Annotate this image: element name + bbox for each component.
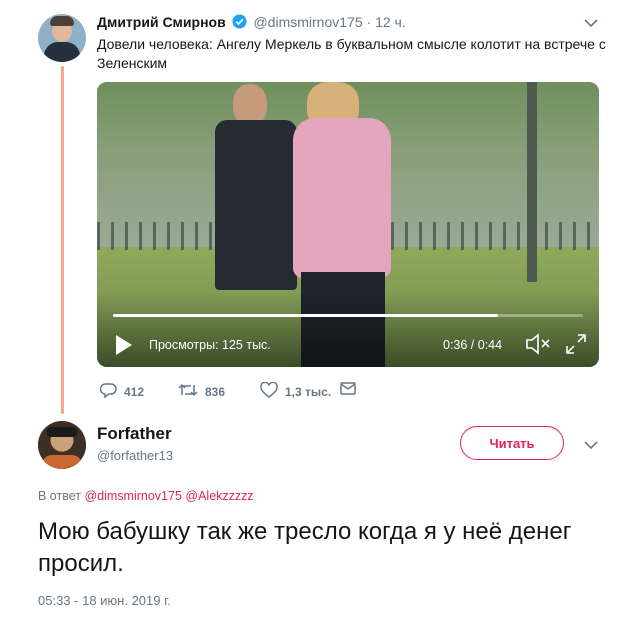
chevron-down-icon[interactable] bbox=[583, 438, 599, 456]
like-action[interactable]: 1,3 тыс. bbox=[260, 381, 332, 401]
avatar[interactable] bbox=[38, 14, 86, 62]
mention-link[interactable]: @Alekzzzzz bbox=[185, 489, 253, 503]
author-handle[interactable]: @forfather13 bbox=[97, 448, 173, 463]
tweet-timestamp[interactable]: 05:33 - 18 июн. 2019 г. bbox=[38, 593, 171, 608]
author-name[interactable]: Дмитрий Смирнов bbox=[97, 14, 226, 30]
play-icon[interactable] bbox=[115, 334, 133, 361]
mention-link[interactable]: @dimsmirnov175 bbox=[84, 489, 181, 503]
author-name[interactable]: Forfather bbox=[97, 424, 172, 444]
reply-prefix: В ответ bbox=[38, 489, 81, 503]
like-icon bbox=[260, 381, 278, 401]
tweet-text: Довели человека: Ангелу Меркель в буквал… bbox=[97, 36, 606, 71]
retweet-count: 836 bbox=[205, 384, 226, 399]
thread-connector-line bbox=[61, 66, 64, 414]
video-figure-jacket bbox=[293, 118, 391, 278]
volume-mute-icon[interactable] bbox=[525, 333, 551, 360]
fullscreen-icon[interactable] bbox=[565, 333, 587, 360]
avatar-shoulders bbox=[42, 455, 82, 469]
chevron-down-icon[interactable] bbox=[583, 16, 599, 34]
retweet-action[interactable]: 836 bbox=[178, 382, 225, 401]
video-views: Просмотры: 125 тыс. bbox=[149, 338, 271, 352]
video-player[interactable]: Просмотры: 125 тыс. 0:36 / 0:44 bbox=[97, 82, 599, 367]
tweet-time[interactable]: 12 ч. bbox=[375, 14, 406, 30]
direct-message-icon[interactable] bbox=[340, 382, 356, 395]
video-progress-bar[interactable] bbox=[113, 314, 583, 317]
reply-context: В ответ @dimsmirnov175 @Alekzzzzz bbox=[38, 489, 254, 503]
reply-action[interactable]: 412 bbox=[99, 382, 145, 401]
separator-dot: · bbox=[366, 14, 372, 30]
video-pole bbox=[527, 82, 537, 282]
verified-badge-icon bbox=[232, 14, 247, 32]
reply-count: 412 bbox=[124, 384, 145, 399]
avatar-hat bbox=[47, 427, 77, 437]
follow-button[interactable]: Читать bbox=[460, 426, 564, 460]
avatar[interactable] bbox=[38, 421, 86, 469]
tweet-text: Мою бабушку так же тресло когда я у неё … bbox=[38, 518, 572, 577]
author-handle[interactable]: @dimsmirnov175 bbox=[253, 14, 362, 30]
video-time: 0:36 / 0:44 bbox=[443, 338, 503, 352]
video-progress-fill bbox=[113, 314, 499, 317]
retweet-icon bbox=[178, 382, 198, 401]
video-figure-suit bbox=[215, 120, 297, 290]
like-count: 1,3 тыс. bbox=[285, 384, 332, 399]
reply-icon bbox=[99, 382, 117, 401]
video-controls-overlay bbox=[97, 292, 599, 367]
tweet-header: Дмитрий Смирнов @dimsmirnov175 · 12 ч. bbox=[97, 14, 406, 32]
